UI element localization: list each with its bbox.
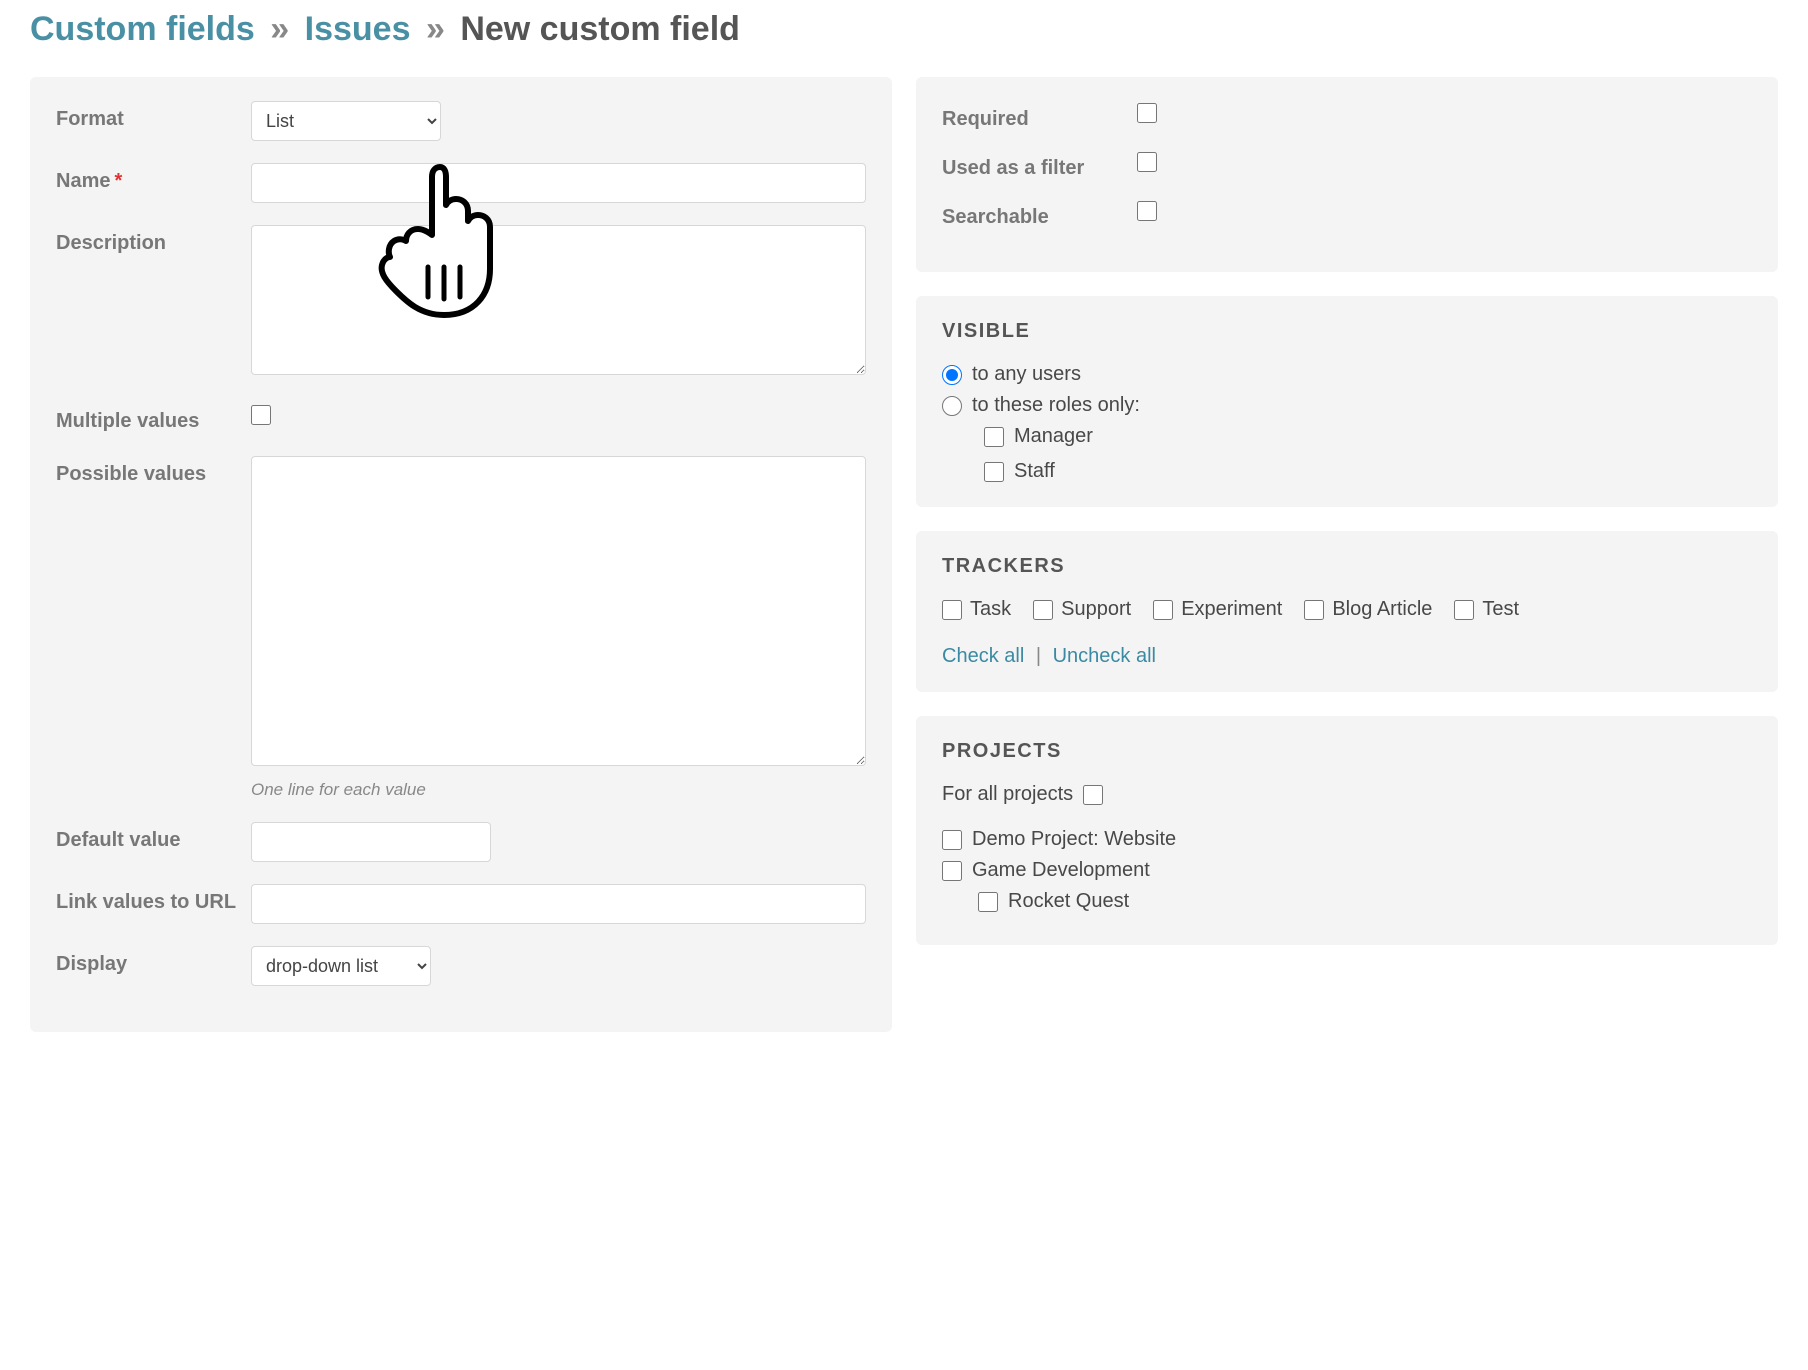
tracker-test-label: Test	[1482, 598, 1519, 621]
check-all-link[interactable]: Check all	[942, 645, 1024, 667]
project-rocket-quest-label: Rocket Quest	[1008, 890, 1129, 913]
multiple-values-label: Multiple values	[56, 403, 251, 434]
description-label: Description	[56, 225, 251, 256]
breadcrumb-issues[interactable]: Issues	[305, 10, 411, 48]
required-asterisk-icon: *	[110, 170, 122, 192]
breadcrumb-sep-icon: »	[264, 10, 295, 48]
tracker-task-label: Task	[970, 598, 1011, 621]
description-textarea[interactable]	[251, 225, 866, 375]
default-value-input[interactable]	[251, 822, 491, 862]
display-select[interactable]: drop-down list	[251, 946, 431, 986]
visible-roles-radio[interactable]	[942, 396, 962, 416]
role-staff-label: Staff	[1014, 460, 1055, 483]
tracker-test-checkbox[interactable]	[1454, 600, 1474, 620]
format-select[interactable]: List	[251, 101, 441, 141]
multiple-values-checkbox[interactable]	[251, 405, 271, 425]
tracker-support-checkbox[interactable]	[1033, 600, 1053, 620]
searchable-label: Searchable	[942, 199, 1137, 230]
project-game-development-label: Game Development	[972, 859, 1150, 882]
name-input[interactable]	[251, 163, 866, 203]
link-values-input[interactable]	[251, 884, 866, 924]
projects-heading: PROJECTS	[942, 740, 1752, 763]
link-divider: |	[1030, 645, 1047, 667]
display-label: Display	[56, 946, 251, 977]
possible-values-label: Possible values	[56, 456, 251, 487]
role-staff-checkbox[interactable]	[984, 462, 1004, 482]
uncheck-all-link[interactable]: Uncheck all	[1053, 645, 1156, 667]
visible-heading: VISIBLE	[942, 320, 1752, 343]
project-game-development-checkbox[interactable]	[942, 861, 962, 881]
breadcrumb-sep-icon: »	[420, 10, 451, 48]
visible-any-radio[interactable]	[942, 365, 962, 385]
searchable-checkbox[interactable]	[1137, 201, 1157, 221]
tracker-blog-article-label: Blog Article	[1332, 598, 1432, 621]
for-all-projects-label: For all projects	[942, 783, 1073, 806]
tracker-experiment-checkbox[interactable]	[1153, 600, 1173, 620]
possible-values-hint: One line for each value	[251, 772, 866, 800]
role-manager-checkbox[interactable]	[984, 427, 1004, 447]
trackers-heading: TRACKERS	[942, 555, 1752, 578]
name-label: Name*	[56, 163, 251, 194]
for-all-projects-checkbox[interactable]	[1083, 785, 1103, 805]
default-value-label: Default value	[56, 822, 251, 853]
project-demo-website-checkbox[interactable]	[942, 830, 962, 850]
used-as-filter-checkbox[interactable]	[1137, 152, 1157, 172]
possible-values-textarea[interactable]	[251, 456, 866, 766]
tracker-support-label: Support	[1061, 598, 1131, 621]
breadcrumb: Custom fields » Issues » New custom fiel…	[30, 10, 1778, 49]
visible-any-label: to any users	[972, 363, 1081, 386]
project-demo-website-label: Demo Project: Website	[972, 828, 1176, 851]
used-as-filter-label: Used as a filter	[942, 150, 1137, 181]
tracker-experiment-label: Experiment	[1181, 598, 1282, 621]
page-title: New custom field	[460, 10, 740, 48]
role-manager-label: Manager	[1014, 425, 1093, 448]
breadcrumb-custom-fields[interactable]: Custom fields	[30, 10, 255, 48]
visible-roles-label: to these roles only:	[972, 394, 1140, 417]
tracker-task-checkbox[interactable]	[942, 600, 962, 620]
required-checkbox[interactable]	[1137, 103, 1157, 123]
link-values-label: Link values to URL	[56, 884, 251, 915]
required-label: Required	[942, 101, 1137, 132]
format-label: Format	[56, 101, 251, 132]
project-rocket-quest-checkbox[interactable]	[978, 892, 998, 912]
tracker-blog-article-checkbox[interactable]	[1304, 600, 1324, 620]
